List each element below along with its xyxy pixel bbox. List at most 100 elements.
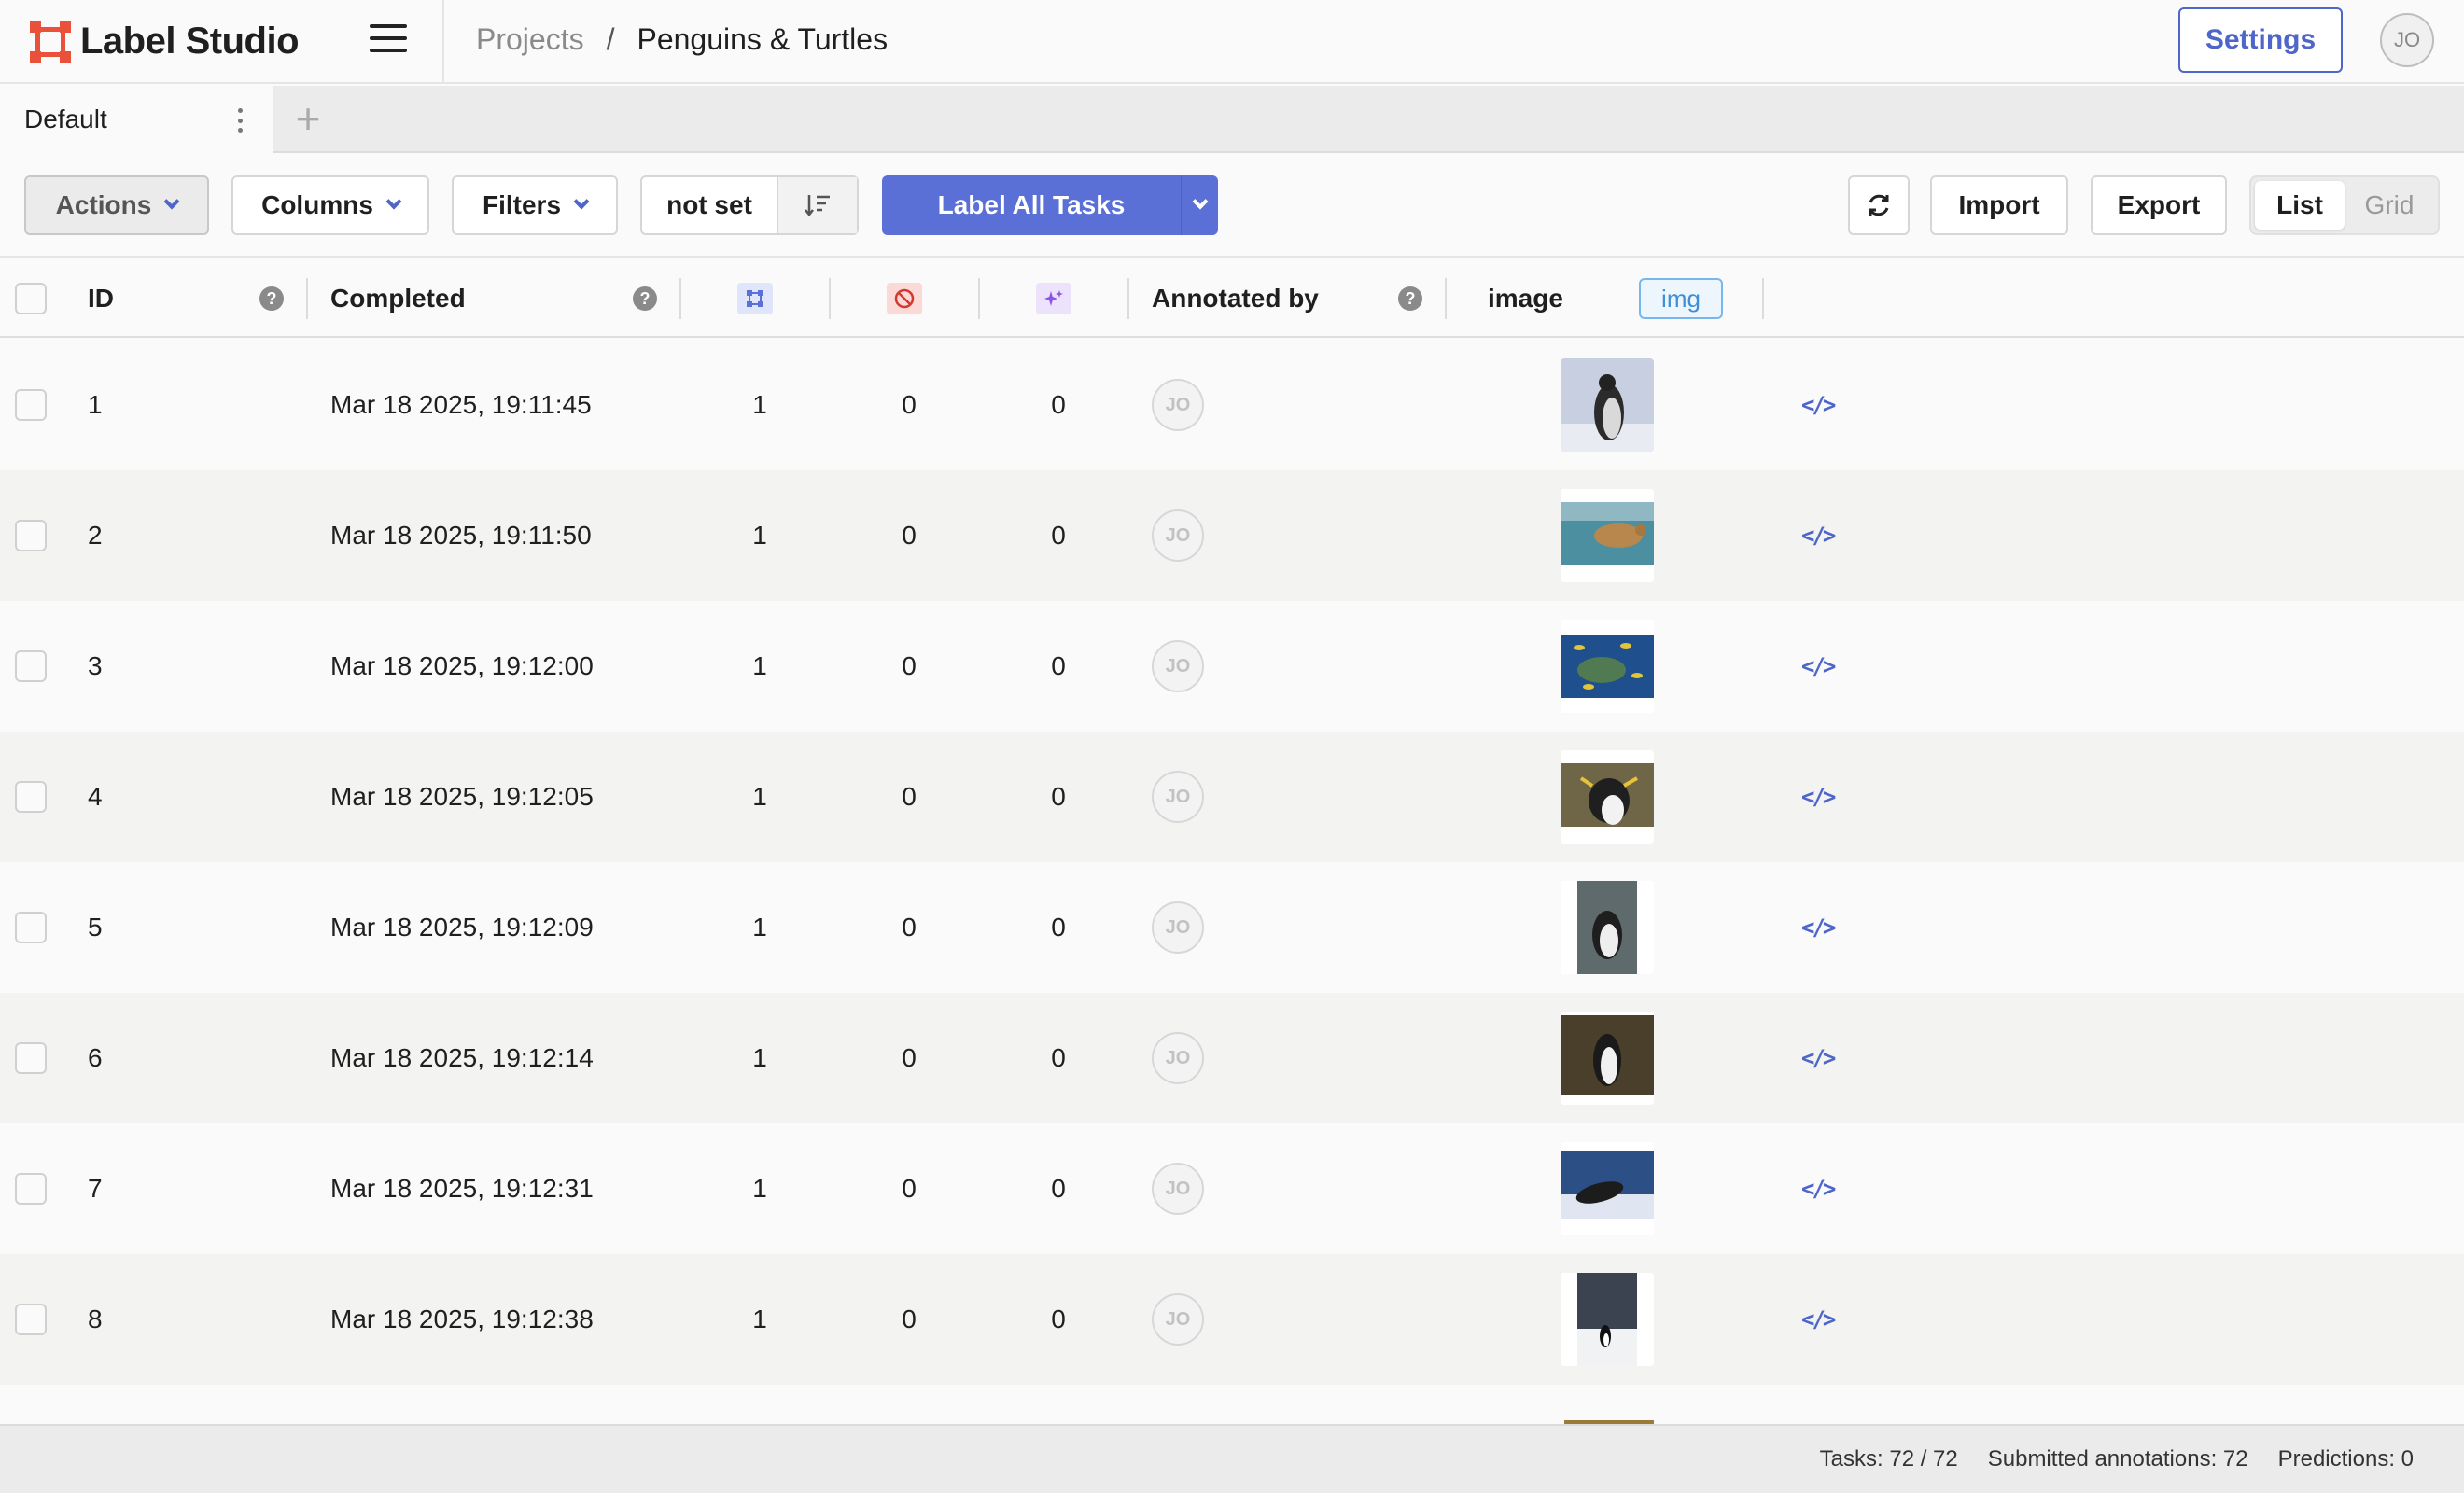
- code-icon[interactable]: </>: [1801, 523, 1836, 549]
- filters-dropdown[interactable]: Filters: [452, 175, 618, 235]
- row-checkbox-cell: [15, 732, 47, 862]
- cell-completed: Mar 18 2025, 19:11:45: [330, 390, 592, 419]
- code-icon[interactable]: </>: [1801, 1045, 1836, 1071]
- app-logo[interactable]: Label Studio: [30, 21, 300, 63]
- code-icon[interactable]: </>: [1801, 653, 1836, 679]
- code-icon[interactable]: </>: [1801, 914, 1836, 941]
- column-header-annotated-by[interactable]: Annotated by: [1152, 259, 1319, 338]
- breadcrumb-projects-link[interactable]: Projects: [476, 22, 584, 57]
- cell-image: [1561, 1123, 1654, 1254]
- cell-annotations: 1: [752, 651, 767, 680]
- column-header-cancelled[interactable]: [887, 259, 922, 338]
- settings-button[interactable]: Settings: [2178, 7, 2343, 73]
- add-tab-icon[interactable]: +: [289, 97, 327, 140]
- table-row[interactable]: 6 Mar 18 2025, 19:12:14 1 0 0 JO </>: [0, 993, 2464, 1123]
- cell-annotated-by: JO: [1152, 732, 1204, 862]
- hamburger-menu-icon[interactable]: [370, 24, 407, 58]
- image-thumbnail[interactable]: [1561, 1273, 1654, 1366]
- column-divider: [679, 278, 681, 319]
- cell-annotated-by: JO: [1152, 470, 1204, 601]
- annotator-avatar[interactable]: JO: [1152, 1032, 1204, 1084]
- cell-completed: Mar 18 2025, 19:12:05: [330, 782, 594, 811]
- image-thumbnail[interactable]: [1561, 1012, 1654, 1105]
- cell-predictions: 0: [1051, 1305, 1066, 1333]
- toolbar: Actions Columns Filters not set Label Al…: [0, 155, 2464, 258]
- view-grid-button[interactable]: Grid: [2345, 181, 2434, 230]
- table-row[interactable]: 1 Mar 18 2025, 19:11:45 1 0 0 JO </>: [0, 340, 2464, 470]
- help-icon[interactable]: ?: [259, 259, 284, 338]
- image-thumbnail[interactable]: [1561, 620, 1654, 713]
- row-checkbox[interactable]: [15, 781, 47, 813]
- columns-dropdown[interactable]: Columns: [231, 175, 429, 235]
- image-thumbnail[interactable]: [1561, 881, 1654, 974]
- sort-field-select[interactable]: not set: [642, 177, 778, 233]
- annotator-avatar[interactable]: JO: [1152, 901, 1204, 954]
- cell-id: 8: [88, 1305, 103, 1333]
- import-button[interactable]: Import: [1930, 175, 2068, 235]
- user-avatar[interactable]: JO: [2380, 13, 2434, 67]
- image-thumbnail[interactable]: [1561, 1142, 1654, 1235]
- table-row[interactable]: 2 Mar 18 2025, 19:11:50 1 0 0 JO </>: [0, 470, 2464, 601]
- annotator-avatar[interactable]: JO: [1152, 1293, 1204, 1346]
- cell-cancelled: 0: [902, 1043, 917, 1072]
- annotator-avatar[interactable]: JO: [1152, 379, 1204, 431]
- table-row[interactable]: 8 Mar 18 2025, 19:12:38 1 0 0 JO </>: [0, 1254, 2464, 1385]
- code-icon[interactable]: </>: [1801, 784, 1836, 810]
- cell-predictions: 0: [1051, 913, 1066, 942]
- img-tag-label: img: [1639, 278, 1723, 319]
- help-icon[interactable]: ?: [1398, 259, 1422, 338]
- sort-direction-icon[interactable]: [778, 177, 857, 233]
- annotator-avatar[interactable]: JO: [1152, 1163, 1204, 1215]
- tab-options-icon[interactable]: [233, 108, 246, 133]
- row-checkbox[interactable]: [15, 650, 47, 682]
- cell-image: [1561, 470, 1654, 601]
- chevron-down-icon: [573, 193, 590, 210]
- cell-annotated-by: JO: [1152, 862, 1204, 993]
- table-row[interactable]: 3 Mar 18 2025, 19:12:00 1 0 0 JO </>: [0, 601, 2464, 732]
- annotator-avatar[interactable]: JO: [1152, 640, 1204, 692]
- actions-dropdown[interactable]: Actions: [24, 175, 209, 235]
- column-header-image[interactable]: image: [1488, 259, 1563, 338]
- table-row[interactable]: 7 Mar 18 2025, 19:12:31 1 0 0 JO </>: [0, 1123, 2464, 1254]
- label-all-dropdown-toggle[interactable]: [1181, 175, 1218, 235]
- code-icon[interactable]: </>: [1801, 1306, 1836, 1333]
- refresh-button[interactable]: [1848, 175, 1910, 235]
- columns-label: Columns: [261, 190, 373, 219]
- sort-control: not set: [640, 175, 859, 235]
- row-checkbox[interactable]: [15, 520, 47, 551]
- export-button[interactable]: Export: [2091, 175, 2227, 235]
- select-all-checkbox[interactable]: [15, 283, 47, 314]
- cell-source: </>: [1801, 470, 1836, 601]
- table-row[interactable]: 4 Mar 18 2025, 19:12:05 1 0 0 JO </>: [0, 732, 2464, 862]
- tabs-bar: Default +: [0, 86, 2464, 153]
- image-thumbnail[interactable]: [1561, 358, 1654, 452]
- annotator-avatar[interactable]: JO: [1152, 771, 1204, 823]
- label-all-tasks-button[interactable]: Label All Tasks: [882, 175, 1218, 235]
- code-icon[interactable]: </>: [1801, 392, 1836, 418]
- view-list-button[interactable]: List: [2255, 181, 2345, 230]
- column-header-predictions[interactable]: [1036, 259, 1071, 338]
- image-thumbnail[interactable]: [1561, 489, 1654, 582]
- row-checkbox[interactable]: [15, 389, 47, 421]
- cell-completed: Mar 18 2025, 19:11:50: [330, 521, 592, 550]
- filters-label: Filters: [482, 190, 562, 219]
- tab-default[interactable]: Default: [0, 86, 273, 153]
- code-icon[interactable]: </>: [1801, 1176, 1836, 1202]
- row-checkbox[interactable]: [15, 1173, 47, 1205]
- help-icon[interactable]: ?: [633, 259, 657, 338]
- cell-id: 2: [88, 521, 103, 550]
- row-checkbox-cell: [15, 1254, 47, 1385]
- row-checkbox[interactable]: [15, 1042, 47, 1074]
- row-checkbox[interactable]: [15, 912, 47, 943]
- column-header-completed[interactable]: Completed: [330, 259, 466, 338]
- row-checkbox-cell: [15, 993, 47, 1123]
- row-checkbox[interactable]: [15, 1304, 47, 1335]
- table-row[interactable]: 5 Mar 18 2025, 19:12:09 1 0 0 JO </>: [0, 862, 2464, 993]
- column-header-id[interactable]: ID: [88, 259, 114, 338]
- cell-predictions: 0: [1051, 651, 1066, 680]
- cell-predictions: 0: [1051, 1043, 1066, 1072]
- image-thumbnail[interactable]: [1561, 750, 1654, 844]
- refresh-icon: [1869, 194, 1889, 216]
- annotator-avatar[interactable]: JO: [1152, 509, 1204, 562]
- column-header-annotations[interactable]: [737, 259, 773, 338]
